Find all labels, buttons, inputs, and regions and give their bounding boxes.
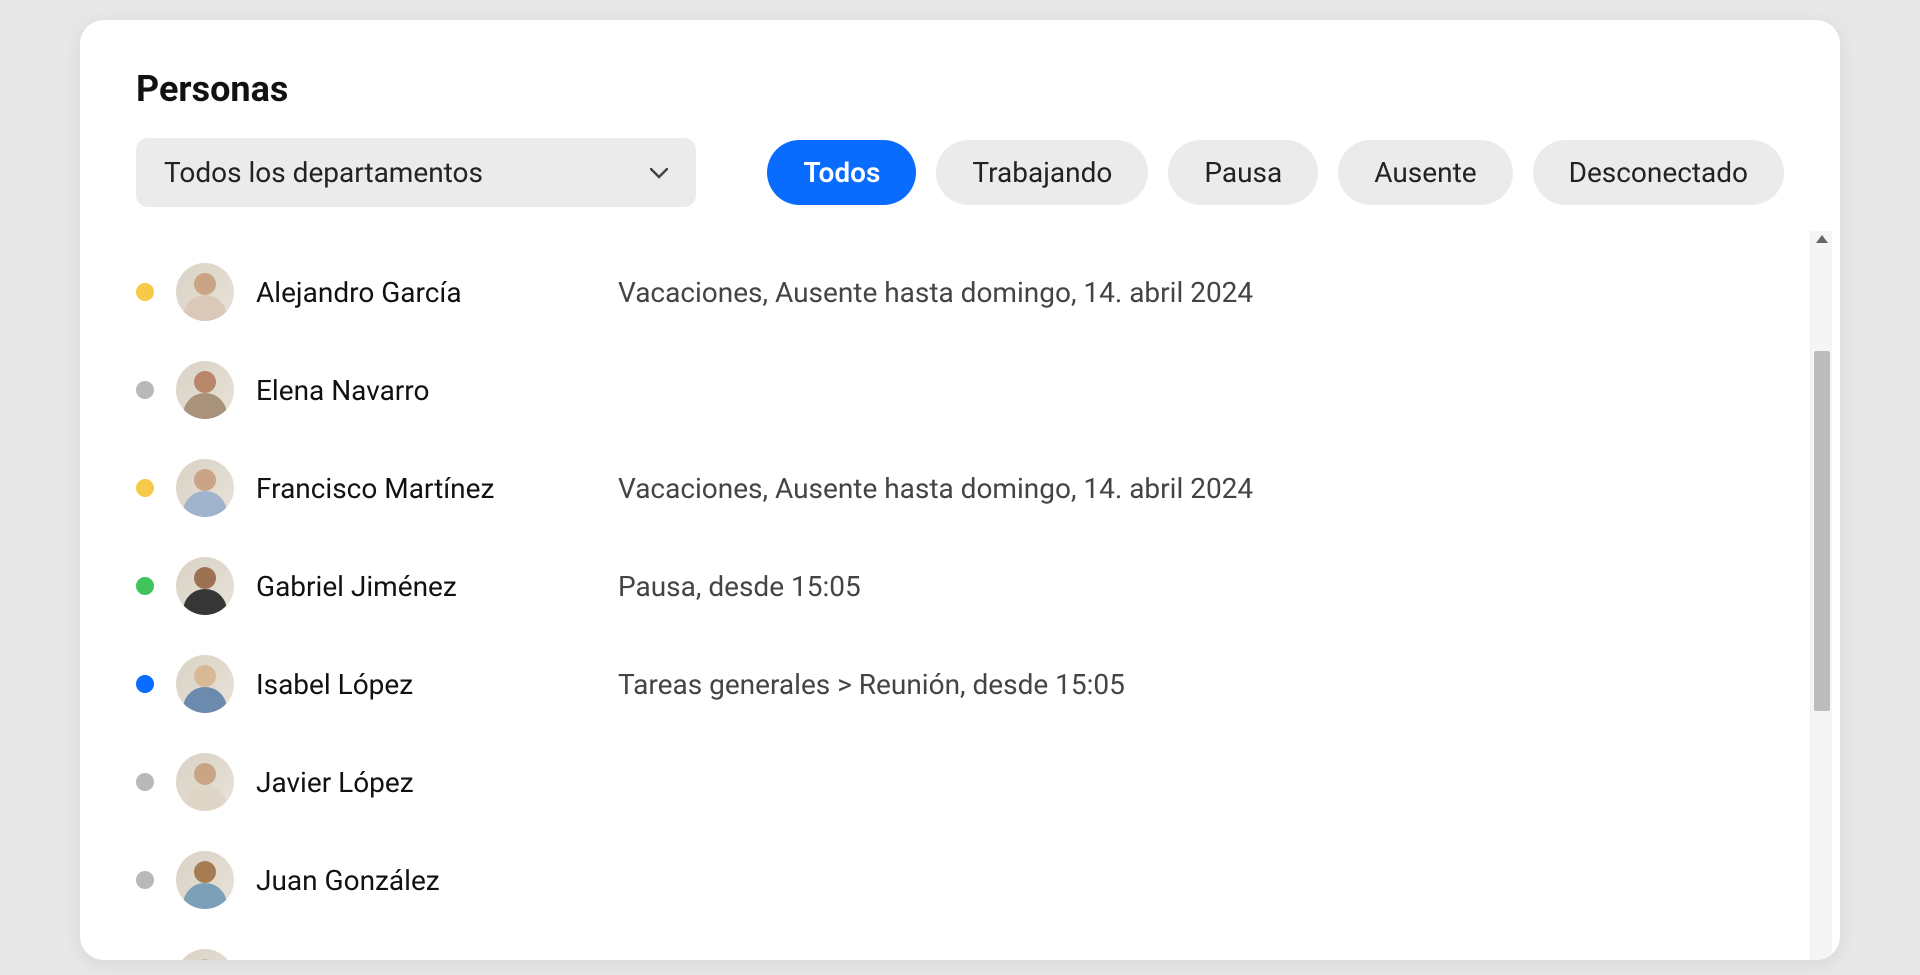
avatar — [176, 263, 234, 321]
person-row[interactable]: Laura Ballesteros Vacaciones, Ausente ha… — [136, 929, 1784, 960]
person-row[interactable]: Elena Navarro — [136, 341, 1784, 439]
person-row[interactable]: Francisco Martínez Vacaciones, Ausente h… — [136, 439, 1784, 537]
status-dot-icon — [136, 871, 154, 889]
scrollbar[interactable] — [1810, 231, 1832, 960]
person-row[interactable]: Javier López — [136, 733, 1784, 831]
dropdown-label: Todos los departamentos — [164, 156, 483, 189]
filter-row: Todos los departamentos Todos Trabajando… — [136, 138, 1784, 207]
person-status: Vacaciones, Ausente hasta domingo, 14. a… — [618, 276, 1253, 309]
filter-pill-desconectado[interactable]: Desconectado — [1533, 140, 1784, 205]
filter-pill-trabajando[interactable]: Trabajando — [936, 140, 1148, 205]
avatar — [176, 949, 234, 960]
status-dot-icon — [136, 283, 154, 301]
chevron-down-icon — [650, 161, 668, 185]
avatar — [176, 851, 234, 909]
panel-header: Personas Todos los departamentos Todos T… — [80, 68, 1840, 231]
avatar — [176, 753, 234, 811]
department-dropdown[interactable]: Todos los departamentos — [136, 138, 696, 207]
status-dot-icon — [136, 577, 154, 595]
scroll-thumb[interactable] — [1814, 351, 1830, 711]
person-name: Elena Navarro — [256, 374, 596, 407]
status-dot-icon — [136, 675, 154, 693]
avatar — [176, 557, 234, 615]
person-name: Isabel López — [256, 668, 596, 701]
person-name: Francisco Martínez — [256, 472, 596, 505]
avatar — [176, 655, 234, 713]
status-dot-icon — [136, 773, 154, 791]
person-row[interactable]: Juan González — [136, 831, 1784, 929]
people-panel: Personas Todos los departamentos Todos T… — [80, 20, 1840, 960]
person-row[interactable]: Gabriel Jiménez Pausa, desde 15:05 — [136, 537, 1784, 635]
scroll-up-icon[interactable] — [1816, 235, 1828, 243]
page-title: Personas — [136, 68, 1784, 110]
person-name: Alejandro García — [256, 276, 596, 309]
avatar — [176, 361, 234, 419]
person-status: Pausa, desde 15:05 — [618, 570, 861, 603]
filter-pill-todos[interactable]: Todos — [767, 140, 916, 205]
person-row[interactable]: Alejandro García Vacaciones, Ausente has… — [136, 243, 1784, 341]
status-dot-icon — [136, 381, 154, 399]
person-status: Vacaciones, Ausente hasta domingo, 14. a… — [618, 472, 1253, 505]
status-dot-icon — [136, 479, 154, 497]
person-name: Gabriel Jiménez — [256, 570, 596, 603]
people-list-wrapper: Alejandro García Vacaciones, Ausente has… — [80, 231, 1840, 960]
person-name: Javier López — [256, 766, 596, 799]
avatar — [176, 459, 234, 517]
status-filter-pills: Todos Trabajando Pausa Ausente Desconect… — [767, 140, 1784, 205]
person-row[interactable]: Isabel López Tareas generales > Reunión,… — [136, 635, 1784, 733]
filter-pill-ausente[interactable]: Ausente — [1338, 140, 1512, 205]
person-name: Juan González — [256, 864, 596, 897]
person-status: Tareas generales > Reunión, desde 15:05 — [618, 668, 1125, 701]
people-list: Alejandro García Vacaciones, Ausente has… — [80, 231, 1840, 960]
filter-pill-pausa[interactable]: Pausa — [1168, 140, 1318, 205]
